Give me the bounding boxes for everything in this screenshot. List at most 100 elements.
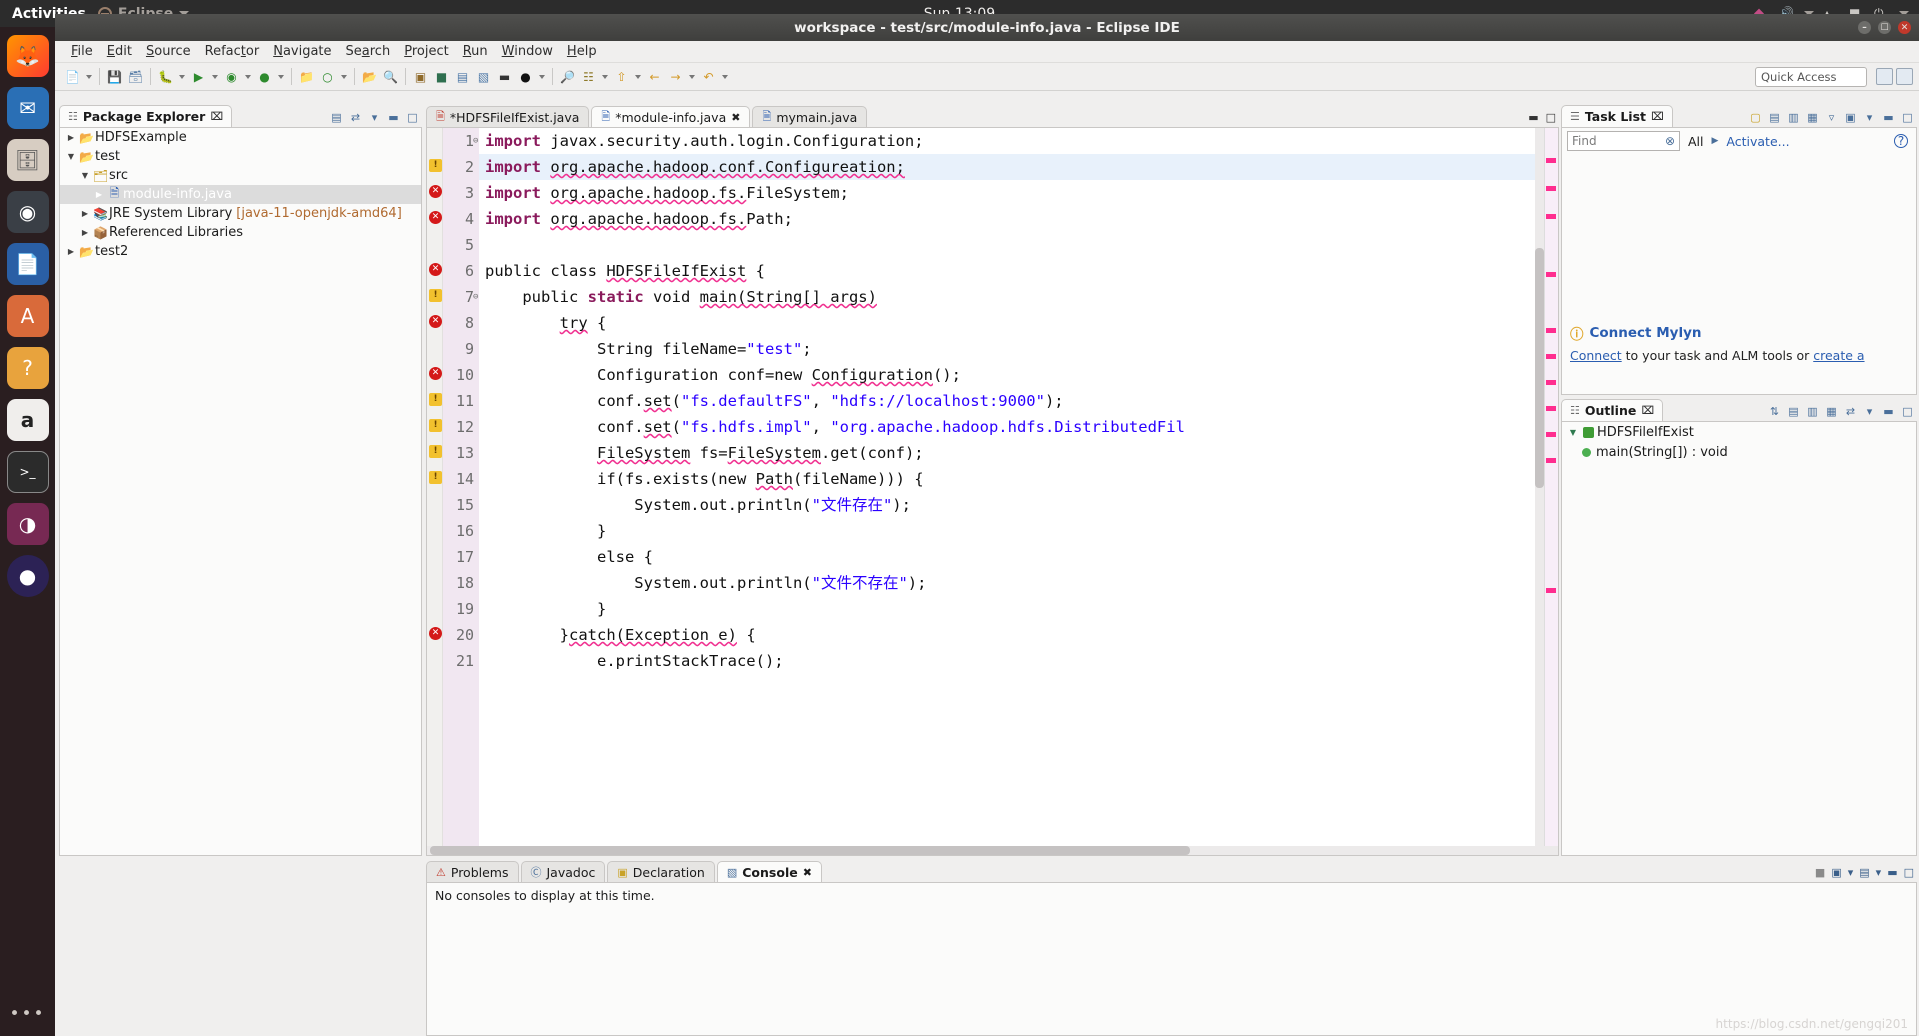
menu-refactor[interactable]: Refactor: [198, 43, 267, 60]
annotation-row[interactable]: [427, 544, 442, 570]
maximize-icon[interactable]: □: [405, 110, 420, 125]
last-edit-icon[interactable]: ↶: [699, 67, 718, 86]
chevron-right-icon[interactable]: ▶: [1712, 136, 1719, 146]
task-list-toolbar[interactable]: ▢ ▤ ▥ ▦ ▿ ▣ ▾ ▬ □: [1748, 110, 1915, 125]
code-line[interactable]: [479, 232, 1558, 258]
view-menu-icon[interactable]: ▤: [453, 67, 472, 86]
menu-run[interactable]: Run: [456, 43, 495, 60]
code-line[interactable]: try {: [479, 310, 1558, 336]
annotation-row[interactable]: !: [427, 388, 442, 414]
code-text-area[interactable]: import javax.security.auth.login.Configu…: [479, 128, 1558, 855]
expand-arrow-icon[interactable]: ▶: [64, 133, 78, 142]
amazon-icon[interactable]: a: [6, 399, 49, 441]
chevron-down-icon[interactable]: ▾: [1876, 866, 1882, 879]
terminal-icon[interactable]: >_: [6, 451, 49, 493]
maximize-icon[interactable]: □: [1900, 110, 1915, 125]
filter-icon[interactable]: ▿: [1824, 110, 1839, 125]
coverage-icon[interactable]: ●: [255, 67, 274, 86]
hide-nonpublic-icon[interactable]: ▦: [1824, 404, 1839, 419]
new-class-icon[interactable]: ■: [432, 67, 451, 86]
chevron-down-icon[interactable]: [245, 74, 251, 79]
annotation-row[interactable]: [427, 128, 442, 154]
collapse-arrow-icon[interactable]: ▼: [78, 171, 92, 180]
close-icon[interactable]: ⌧: [210, 110, 223, 123]
ubuntu-icon[interactable]: ◑: [6, 503, 49, 545]
maximize-icon[interactable]: □: [1546, 111, 1556, 124]
minimize-icon[interactable]: ▬: [1881, 110, 1896, 125]
code-line[interactable]: }: [479, 518, 1558, 544]
code-line[interactable]: System.out.println("文件存在");: [479, 492, 1558, 518]
editor-tools[interactable]: ▬ □: [1528, 111, 1556, 124]
save-icon[interactable]: 💾: [105, 67, 124, 86]
tree-item-referenced-libraries[interactable]: ▶ 📦 Referenced Libraries: [60, 223, 421, 242]
new-package-icon[interactable]: ○: [318, 67, 337, 86]
view-menu-icon[interactable]: ▾: [1862, 110, 1877, 125]
close-button[interactable]: ✕: [1898, 21, 1911, 34]
annotation-row[interactable]: [427, 492, 442, 518]
search-back-icon[interactable]: 🔎: [558, 67, 577, 86]
display-console-icon[interactable]: ▣: [1831, 866, 1841, 879]
new-icon[interactable]: 📄: [63, 67, 82, 86]
warning-marker-icon[interactable]: !: [429, 445, 442, 458]
chevron-down-icon[interactable]: ▾: [1848, 866, 1854, 879]
error-marker-icon[interactable]: ✕: [429, 367, 442, 380]
chevron-down-icon[interactable]: [602, 74, 608, 79]
tab-problems[interactable]: ⚠ Problems: [426, 861, 519, 882]
error-marker-icon[interactable]: ✕: [429, 263, 442, 276]
close-icon[interactable]: ✖: [731, 111, 740, 124]
outline-item-class[interactable]: ▼ HDFSFileIfExist: [1562, 422, 1916, 442]
thunderbird-icon[interactable]: ✉: [6, 87, 49, 129]
window-controls[interactable]: – ☐ ✕: [1858, 21, 1911, 34]
rhythmbox-icon[interactable]: ◉: [6, 191, 49, 233]
tab-outline[interactable]: ☷ Outline ⌧: [1561, 399, 1664, 421]
fold-toggle-icon[interactable]: ⊖: [473, 128, 478, 154]
quick-access-input[interactable]: Quick Access: [1755, 66, 1867, 87]
help-icon[interactable]: ?: [1894, 134, 1908, 148]
editor-hscroll-thumb[interactable]: [430, 846, 1190, 855]
menu-edit[interactable]: Edit: [100, 43, 139, 60]
java-perspective-button[interactable]: [1896, 68, 1913, 85]
annotation-row[interactable]: ✕: [427, 206, 442, 232]
tab-console[interactable]: ▧ Console ✖: [716, 861, 822, 882]
code-line[interactable]: conf.set("fs.defaultFS", "hdfs://localho…: [479, 388, 1558, 414]
tree-item-test2[interactable]: ▶ 📂 test2: [60, 242, 421, 261]
chevron-down-icon[interactable]: [341, 74, 347, 79]
code-line[interactable]: import org.apache.hadoop.conf.Configurea…: [479, 154, 1558, 180]
minimize-button[interactable]: –: [1858, 21, 1871, 34]
skip-breakpoints-icon[interactable]: ▬: [495, 67, 514, 86]
link-with-editor-icon[interactable]: ⇄: [348, 110, 363, 125]
next-annotation-icon[interactable]: ⇧: [612, 67, 631, 86]
tree-item-test[interactable]: ▼ 📂 test: [60, 147, 421, 166]
code-line[interactable]: FileSystem fs=FileSystem.get(conf);: [479, 440, 1558, 466]
outline-item-method[interactable]: main(String[]) : void: [1562, 442, 1916, 462]
code-line[interactable]: else {: [479, 544, 1558, 570]
chevron-down-icon[interactable]: [635, 74, 641, 79]
menu-help[interactable]: Help: [560, 43, 604, 60]
maximize-icon[interactable]: □: [1904, 866, 1914, 879]
error-marker-icon[interactable]: ✕: [429, 185, 442, 198]
sort-icon[interactable]: ⇅: [1767, 404, 1782, 419]
tab-task-list[interactable]: ☰ Task List ⌧: [1561, 105, 1673, 127]
back-icon[interactable]: ←: [645, 67, 664, 86]
code-line[interactable]: if(fs.exists(new Path(fileName))) {: [479, 466, 1558, 492]
hide-static-icon[interactable]: ▥: [1805, 404, 1820, 419]
help-icon[interactable]: ?: [6, 347, 49, 389]
files-icon[interactable]: 🗄: [6, 139, 49, 181]
annotation-row[interactable]: ✕: [427, 180, 442, 206]
code-line[interactable]: System.out.println("文件不存在");: [479, 570, 1558, 596]
connect-link[interactable]: Connect: [1570, 348, 1622, 363]
expand-arrow-icon[interactable]: ▶: [64, 247, 78, 256]
filter-all-label[interactable]: All: [1688, 134, 1704, 149]
expand-arrow-icon[interactable]: ▶: [78, 209, 92, 218]
code-line[interactable]: }: [479, 596, 1558, 622]
task-list-body[interactable]: Find ⊗ All ▶ Activate... ? ⓘ Connect Myl: [1561, 127, 1917, 395]
annotation-row[interactable]: !: [427, 154, 442, 180]
activate-link[interactable]: Activate...: [1726, 134, 1789, 149]
link-with-editor-icon[interactable]: ⇄: [1843, 404, 1858, 419]
firefox-icon[interactable]: 🦊: [6, 35, 49, 77]
close-icon[interactable]: ⌧: [1641, 404, 1654, 417]
tree-item-src[interactable]: ▼ 🗂 src: [60, 166, 421, 185]
tab-package-explorer[interactable]: ☷ Package Explorer ⌧: [59, 105, 232, 127]
code-editor[interactable]: ! ✕ ✕ ✕! ✕ ✕!!!! ✕ 1 ⊖ 2 3 4 5 6 7 ⊖ 8 9 10 11 12 13 14 15 16 17…: [426, 127, 1559, 856]
error-marker-icon[interactable]: ✕: [429, 211, 442, 224]
